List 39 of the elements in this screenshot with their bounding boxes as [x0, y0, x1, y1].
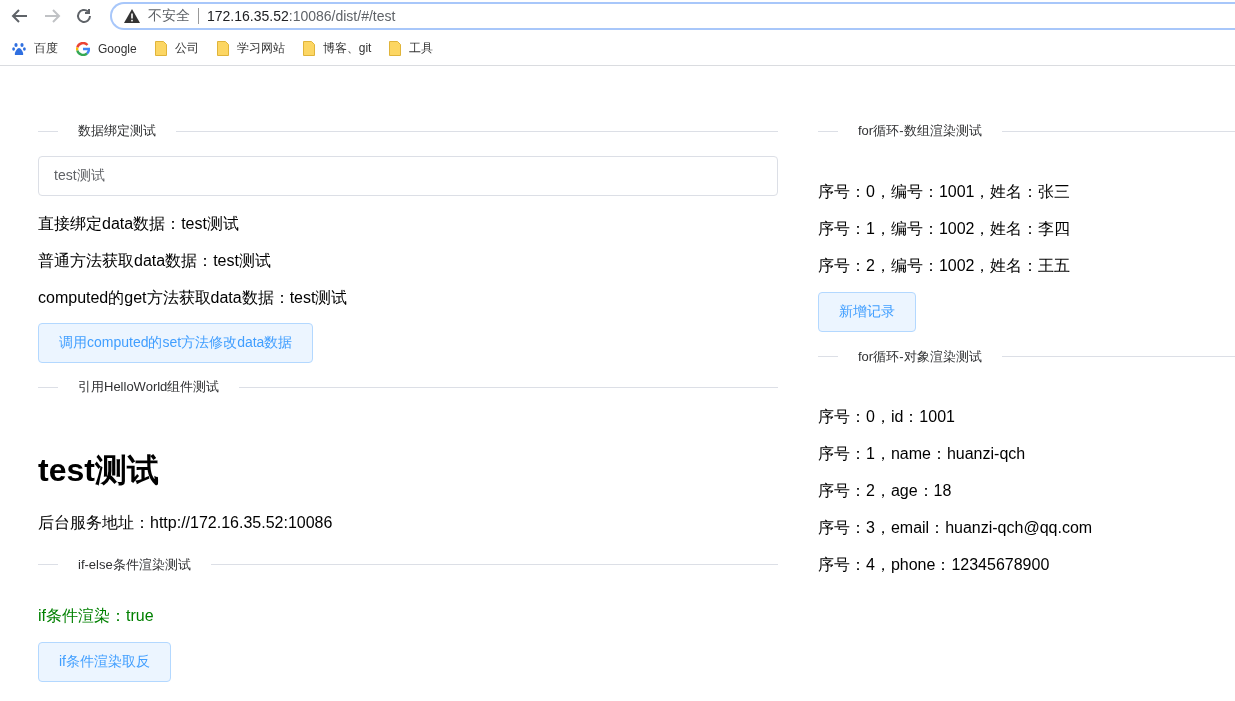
- output-text: 序号：0，id：1001: [818, 406, 956, 427]
- folder-icon: [154, 41, 167, 56]
- bookmark-item[interactable]: 公司: [154, 40, 199, 57]
- output-text: 序号：0，编号：1001，姓名：张三: [818, 182, 1072, 202]
- folder-icon: [302, 41, 315, 56]
- output-text: 后台服务地址：http://172.16.35.52:10086: [38, 512, 334, 533]
- url-text: 172.16.35.52:10086/dist/#/test: [207, 8, 396, 24]
- bookmark-item[interactable]: 学习网站: [216, 40, 285, 57]
- reload-icon: [75, 7, 93, 25]
- section-divider-title: if-else条件渲染测试: [77, 555, 192, 574]
- output-text: 普通方法获取data数据：test测试: [38, 250, 272, 271]
- security-label: 不安全: [148, 7, 190, 25]
- folder-icon: [389, 41, 402, 56]
- bookmark-item[interactable]: Google: [76, 41, 137, 56]
- section-divider-title: for循环-对象渲染测试: [857, 347, 983, 366]
- warning-icon: [124, 9, 140, 23]
- folder-icon: [216, 41, 229, 56]
- section-divider-title: for循环-数组渲染测试: [857, 122, 983, 140]
- left-arrow-icon: [11, 7, 29, 25]
- output-text: 序号：1，name：huanzi-qch: [818, 443, 1027, 464]
- output-text: if条件渲染：true: [38, 606, 155, 626]
- section-divider-title: 引用HelloWorld组件测试: [77, 378, 221, 396]
- output-text: 序号：2，编号：1002，姓名：王五: [818, 256, 1072, 276]
- output-text: 直接绑定data数据：test测试: [38, 213, 240, 234]
- paw-icon: [12, 41, 26, 56]
- text-input-field[interactable]: test测试: [38, 156, 778, 196]
- section-divider-title: 数据绑定测试: [77, 122, 157, 140]
- right-arrow-icon: [43, 7, 61, 25]
- bookmark-item[interactable]: 博客、git: [302, 40, 372, 57]
- google-g-icon: [76, 41, 90, 56]
- bookmark-item[interactable]: 工具: [389, 40, 434, 57]
- output-text: computed的get方法获取data数据：test测试: [38, 287, 349, 308]
- output-text: 序号：3，email：huanzi-qch@qq.com: [818, 517, 1094, 538]
- output-text: 序号：1，编号：1002，姓名：李四: [818, 219, 1072, 239]
- address-bar[interactable]: 不安全 172.16.35.52:10086/dist/#/test: [110, 2, 1235, 30]
- output-text: 序号：2，age：18: [818, 480, 953, 501]
- output-text: 序号：4，phone：12345678900: [818, 554, 1051, 575]
- component-heading: test测试: [38, 451, 160, 490]
- bookmark-item[interactable]: 百度: [12, 40, 58, 57]
